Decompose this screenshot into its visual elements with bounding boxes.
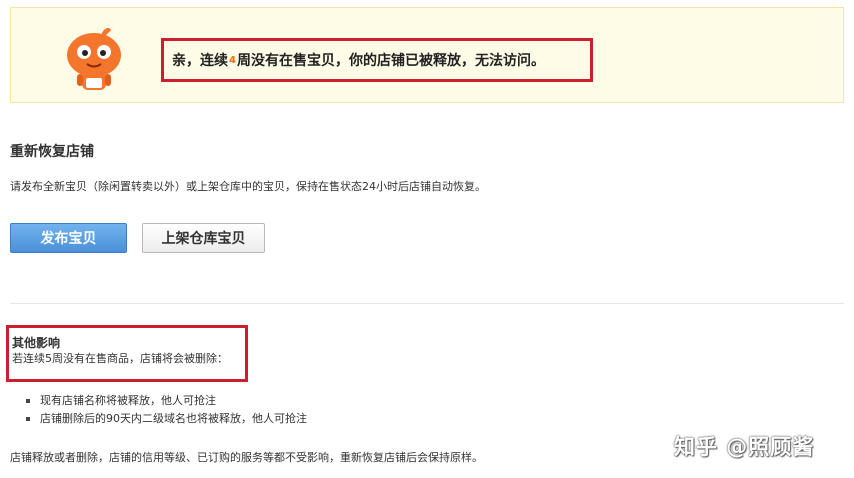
- notice-text-before: 亲，连续: [172, 53, 228, 69]
- other-impact-description: 若连续5周没有在售商品，店铺将会被删除：: [12, 352, 228, 365]
- zhihu-watermark: 知乎 @照顾酱: [674, 435, 815, 459]
- notice-weeks: 4: [229, 54, 236, 66]
- section-divider: [10, 303, 844, 304]
- taobao-mascot-icon: [67, 28, 121, 90]
- bullet-icon: [26, 399, 30, 403]
- notice-text-after: 周没有在售宝贝，你的店铺已被释放，无法访问。: [236, 53, 545, 69]
- other-impact-box: 其他影响 若连续5周没有在售商品，店铺将会被删除：: [6, 325, 248, 382]
- notice-banner: 亲，连续 4 周没有在售宝贝，你的店铺已被释放，无法访问。: [10, 7, 844, 103]
- bullet-icon: [26, 417, 30, 421]
- shelve-warehouse-button[interactable]: 上架仓库宝贝: [142, 223, 265, 253]
- impact-list: 现有店铺名称将被释放，他人可抢注 店铺删除后的90天内二级域名也将被释放，他人可…: [26, 392, 307, 428]
- footer-note: 店铺释放或者删除，店铺的信用等级、已订购的服务等都不受影响，重新恢复店铺后会保持…: [10, 451, 483, 464]
- closed-notice-message: 亲，连续 4 周没有在售宝贝，你的店铺已被释放，无法访问。: [161, 38, 593, 82]
- list-item: 现有店铺名称将被释放，他人可抢注: [26, 392, 307, 410]
- restore-description: 请发布全新宝贝（除闲置转卖以外）或上架仓库中的宝贝，保持在售状态24小时后店铺自…: [10, 180, 486, 193]
- restore-section-title: 重新恢复店铺: [10, 144, 94, 160]
- publish-item-button[interactable]: 发布宝贝: [10, 223, 127, 253]
- list-item-text: 现有店铺名称将被释放，他人可抢注: [40, 394, 216, 407]
- other-impact-title: 其他影响: [12, 336, 61, 350]
- list-item: 店铺删除后的90天内二级域名也将被释放，他人可抢注: [26, 410, 307, 428]
- list-item-text: 店铺删除后的90天内二级域名也将被释放，他人可抢注: [40, 412, 307, 425]
